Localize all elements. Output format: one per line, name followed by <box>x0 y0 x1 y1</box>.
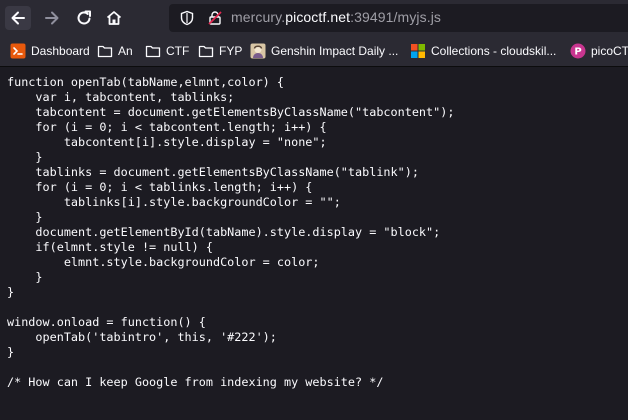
bookmark-dashboard[interactable]: Dashboard <box>10 42 90 60</box>
bookmark-folder-an[interactable]: An <box>97 42 133 60</box>
microsoft-favicon-icon <box>410 43 426 59</box>
reload-icon <box>77 10 91 25</box>
url-suffix: :39491/myjs.js <box>350 9 442 25</box>
picoctf-favicon-icon: P <box>570 43 586 59</box>
bookmark-picoctf[interactable]: P picoCT <box>570 42 628 60</box>
home-icon <box>106 11 122 25</box>
bookmark-label: Collections - cloudskil... <box>431 44 557 58</box>
svg-text:P: P <box>574 47 581 58</box>
bookmark-label: CTF <box>166 44 190 58</box>
bookmark-genshin[interactable]: Genshin Impact Daily ... <box>250 42 398 60</box>
folder-icon <box>198 43 214 59</box>
dashboard-favicon-icon <box>10 43 26 59</box>
url-prefix: mercury. <box>231 9 286 25</box>
arrow-right-icon <box>45 11 59 25</box>
arrow-left-icon <box>11 11 25 25</box>
bookmark-collections[interactable]: Collections - cloudskil... <box>410 42 556 60</box>
bookmarks-toolbar: Dashboard An CTF FYP Genshin Impact Dail… <box>0 36 628 67</box>
back-button[interactable] <box>5 6 31 30</box>
bookmark-folder-ctf[interactable]: CTF <box>145 42 189 60</box>
insecure-lock-icon[interactable] <box>207 10 223 26</box>
folder-icon <box>97 43 113 59</box>
url-text: mercury.picoctf.net:39491/myjs.js <box>231 9 441 25</box>
page-content: function openTab(tabName,elmnt,color) { … <box>0 67 628 420</box>
shield-icon[interactable] <box>179 10 195 26</box>
bookmark-label: FYP <box>219 44 243 58</box>
bookmark-label: An <box>118 44 133 58</box>
home-button[interactable] <box>101 6 127 30</box>
reload-button[interactable] <box>71 6 97 30</box>
genshin-favicon-icon <box>250 43 266 59</box>
forward-button[interactable] <box>39 6 65 30</box>
folder-icon <box>145 43 161 59</box>
bookmark-label: Genshin Impact Daily ... <box>271 44 399 58</box>
url-host: picoctf.net <box>285 9 351 25</box>
bookmark-label: picoCT <box>591 44 628 58</box>
browser-toolbar: mercury.picoctf.net:39491/myjs.js <box>0 0 628 36</box>
bookmark-label: Dashboard <box>31 44 90 58</box>
source-code: function openTab(tabName,elmnt,color) { … <box>7 75 455 389</box>
bookmark-folder-fyp[interactable]: FYP <box>198 42 242 60</box>
address-bar[interactable]: mercury.picoctf.net:39491/myjs.js <box>169 4 628 32</box>
